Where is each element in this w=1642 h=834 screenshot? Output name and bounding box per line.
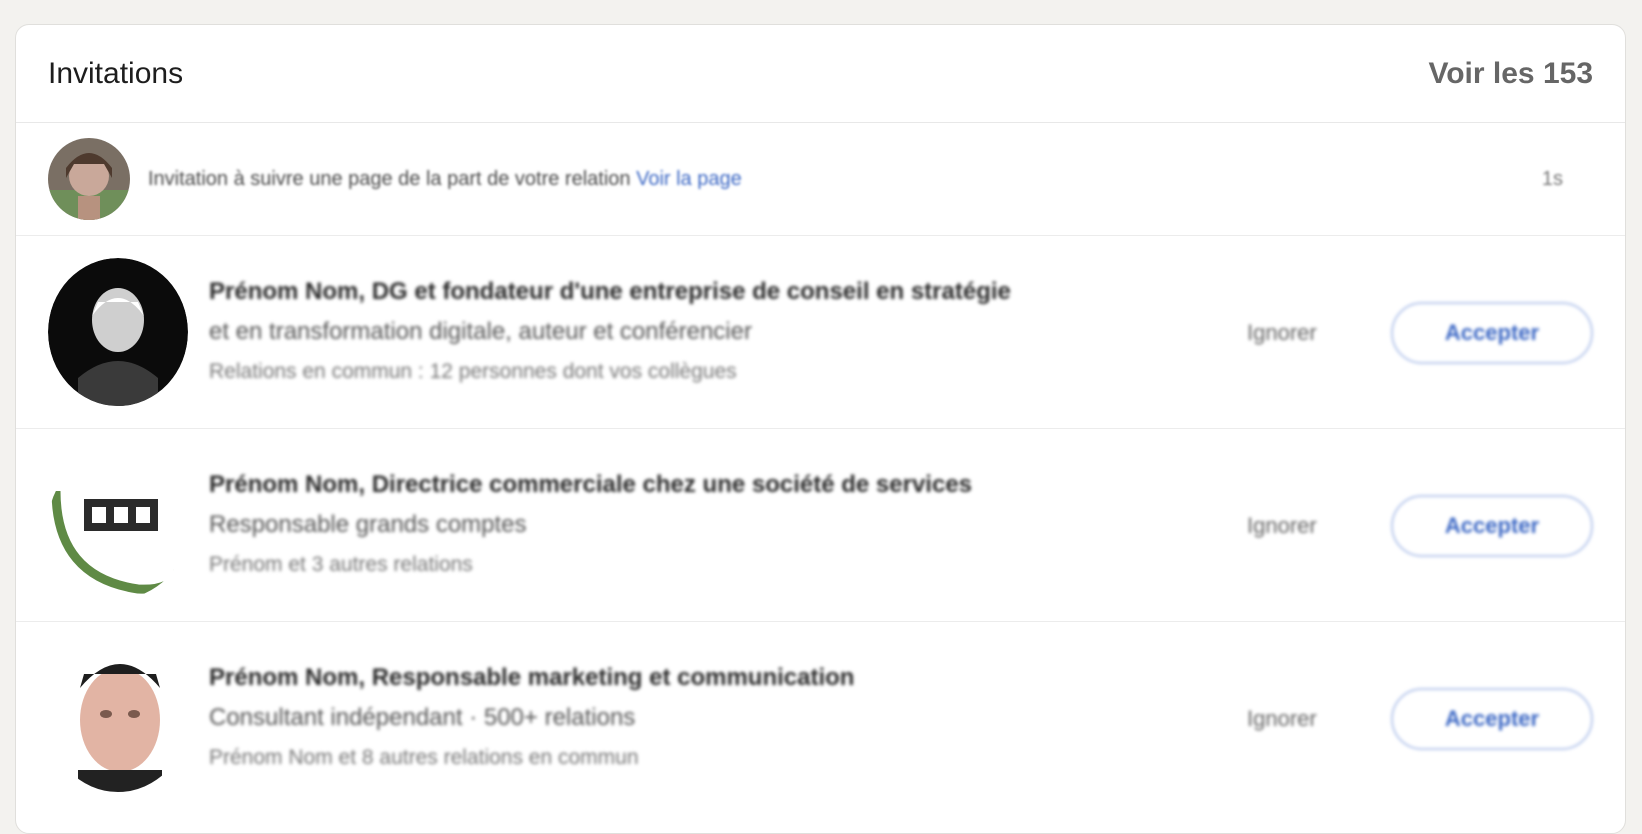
card-header: Invitations Voir les 153 <box>16 25 1625 123</box>
avatar[interactable] <box>48 451 188 599</box>
mutual-connections: Relations en commun : 12 personnes dont … <box>209 360 737 383</box>
invitation-headline: et en transformation digitale, auteur et… <box>209 318 752 345</box>
invitation-name[interactable]: Prénom Nom, DG et fondateur d'une entrep… <box>209 272 1139 312</box>
notice-link[interactable]: Voir la page <box>636 168 742 190</box>
invitation-row: Prénom Nom, DG et fondateur d'une entrep… <box>16 236 1625 429</box>
avatar[interactable] <box>48 258 188 406</box>
ignore-button[interactable]: Ignorer <box>1247 509 1357 543</box>
accept-button[interactable]: Accepter <box>1391 688 1593 750</box>
accept-button[interactable]: Accepter <box>1391 495 1593 557</box>
notice-text: Invitation à suivre une page de la part … <box>148 168 742 191</box>
invitation-headline: Consultant indépendant · 500+ relations <box>209 704 636 731</box>
invitations-card: Invitations Voir les 153 Invitation à su… <box>15 24 1626 834</box>
invitation-name[interactable]: Prénom Nom, Directrice commerciale chez … <box>209 465 1139 505</box>
see-all-invitations-link[interactable]: Voir les 153 <box>1428 57 1593 91</box>
mutual-connections: Prénom et 3 autres relations <box>209 553 473 576</box>
notice-message: Invitation à suivre une page de la part … <box>148 167 631 190</box>
notice-timestamp: 1s <box>1541 167 1563 190</box>
accept-button[interactable]: Accepter <box>1391 302 1593 364</box>
ignore-button[interactable]: Ignorer <box>1247 316 1357 350</box>
card-title: Invitations <box>48 56 184 90</box>
avatar[interactable] <box>48 138 130 220</box>
page-invitation-notice[interactable]: Invitation à suivre une page de la part … <box>16 123 1625 236</box>
invitation-details: Prénom Nom, Directrice commerciale chez … <box>209 465 1139 585</box>
invitation-row: Prénom Nom, Responsable marketing et com… <box>16 622 1625 815</box>
invitation-details: Prénom Nom, Responsable marketing et com… <box>209 658 1139 778</box>
invitation-headline: Responsable grands comptes <box>209 511 527 538</box>
mutual-connections: Prénom Nom et 8 autres relations en comm… <box>209 746 639 769</box>
invitation-name[interactable]: Prénom Nom, Responsable marketing et com… <box>209 658 1139 698</box>
invitation-details: Prénom Nom, DG et fondateur d'une entrep… <box>209 272 1139 392</box>
avatar[interactable] <box>48 644 188 792</box>
invitation-row: Prénom Nom, Directrice commerciale chez … <box>16 429 1625 622</box>
ignore-button[interactable]: Ignorer <box>1247 702 1357 736</box>
